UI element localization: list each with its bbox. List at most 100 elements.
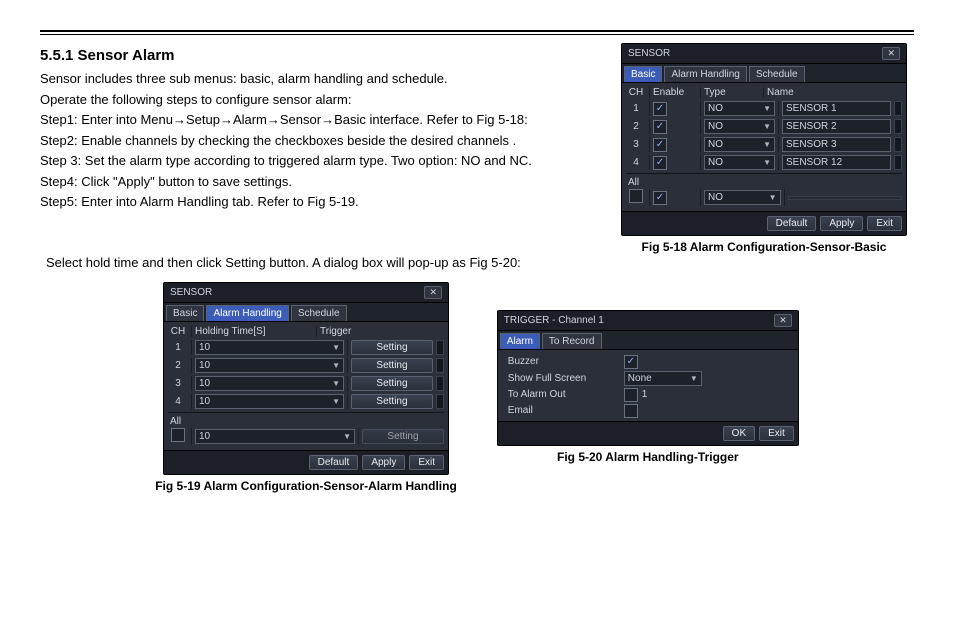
all-row: ✓ NO: [626, 189, 902, 206]
para-step1: Step1: Enter into Menu→Setup→Alarm→Senso…: [40, 111, 602, 129]
enable-checkbox[interactable]: ✓: [653, 120, 667, 134]
sensor-basic-window: SENSOR ✕ Basic Alarm Handling Schedule C…: [621, 43, 907, 236]
close-icon[interactable]: ✕: [882, 47, 900, 60]
tab-alarm-handling[interactable]: Alarm Handling: [206, 305, 288, 321]
buzzer-checkbox[interactable]: ✓: [624, 355, 638, 369]
all-name-field[interactable]: [788, 196, 903, 200]
figure-20-block: TRIGGER - Channel 1 ✕ Alarm To Record Bu…: [497, 282, 799, 493]
tab-basic[interactable]: Basic: [624, 66, 662, 82]
all-ch-checkbox[interactable]: [629, 189, 643, 203]
sensor-alarm-handling-window: SENSOR ✕ Basic Alarm Handling Schedule C…: [163, 282, 449, 475]
all-setting-button[interactable]: Setting: [362, 429, 444, 444]
type-select[interactable]: NO: [704, 155, 775, 170]
window-title: SENSOR: [170, 287, 212, 298]
tab-alarm-handling[interactable]: Alarm Handling: [664, 66, 746, 82]
para-operate: Operate the following steps to configure…: [40, 91, 602, 109]
setting-button[interactable]: Setting: [351, 340, 433, 355]
table-row: 3 10 Setting: [168, 376, 444, 391]
figure-19-block: SENSOR ✕ Basic Alarm Handling Schedule C…: [155, 282, 457, 493]
all-label: All: [168, 415, 444, 428]
scrollbar[interactable]: [894, 119, 902, 134]
top-rule: [40, 30, 914, 35]
label-email: Email: [508, 405, 618, 416]
fullscreen-select[interactable]: None: [624, 371, 702, 386]
window-title: SENSOR: [628, 48, 670, 59]
scrollbar[interactable]: [436, 394, 444, 409]
para-step4: Step4: Click "Apply" button to save sett…: [40, 173, 602, 191]
table-row: 4 10 Setting: [168, 394, 444, 409]
para-select-hold: Select hold time and then click Setting …: [46, 254, 914, 272]
hold-select[interactable]: 10: [195, 340, 344, 355]
label-buzzer: Buzzer: [508, 356, 618, 367]
default-button[interactable]: Default: [309, 455, 359, 470]
name-field[interactable]: SENSOR 12: [782, 155, 891, 170]
name-field[interactable]: SENSOR 2: [782, 119, 891, 134]
setting-button[interactable]: Setting: [351, 394, 433, 409]
tab-basic[interactable]: Basic: [166, 305, 204, 321]
table-row: 2 ✓ NO SENSOR 2: [626, 119, 902, 134]
email-checkbox[interactable]: [624, 404, 638, 418]
table-row: 1 10 Setting: [168, 340, 444, 355]
figure-19-caption: Fig 5-19 Alarm Configuration-Sensor-Alar…: [155, 479, 457, 493]
header-hold: Holding Time[S]: [195, 326, 313, 337]
para-step5: Step5: Enter into Alarm Handling tab. Re…: [40, 193, 602, 211]
table-row: 2 10 Setting: [168, 358, 444, 373]
name-field[interactable]: SENSOR 3: [782, 137, 891, 152]
hold-select[interactable]: 10: [195, 358, 344, 373]
header-ch: CH: [168, 326, 188, 337]
enable-checkbox[interactable]: ✓: [653, 156, 667, 170]
close-icon[interactable]: ✕: [774, 314, 792, 327]
section-heading: 5.5.1 Sensor Alarm: [40, 47, 602, 64]
alarm-out-checkbox[interactable]: [624, 388, 638, 402]
all-type-select[interactable]: NO: [704, 190, 781, 205]
label-fullscreen: Show Full Screen: [508, 373, 618, 384]
tab-schedule[interactable]: Schedule: [749, 66, 805, 82]
window-title: TRIGGER - Channel 1: [504, 315, 604, 326]
exit-button[interactable]: Exit: [409, 455, 444, 470]
hold-select[interactable]: 10: [195, 376, 344, 391]
header-type: Type: [704, 87, 760, 98]
scrollbar[interactable]: [894, 101, 902, 116]
tab-alarm[interactable]: Alarm: [500, 333, 540, 349]
para-step2: Step2: Enable channels by checking the c…: [40, 132, 602, 150]
type-select[interactable]: NO: [704, 101, 775, 116]
tab-schedule[interactable]: Schedule: [291, 305, 347, 321]
scrollbar[interactable]: [436, 358, 444, 373]
scrollbar[interactable]: [894, 155, 902, 170]
alarm-out-value: 1: [642, 389, 648, 400]
all-enable-checkbox[interactable]: ✓: [653, 191, 667, 205]
table-row: 1 ✓ NO SENSOR 1: [626, 101, 902, 116]
close-icon[interactable]: ✕: [424, 286, 442, 299]
scrollbar[interactable]: [436, 340, 444, 355]
para-step3: Step 3: Set the alarm type according to …: [40, 152, 602, 170]
apply-button[interactable]: Apply: [362, 455, 405, 470]
scrollbar[interactable]: [436, 376, 444, 391]
default-button[interactable]: Default: [767, 216, 817, 231]
setting-button[interactable]: Setting: [351, 358, 433, 373]
all-row: 10 Setting: [168, 428, 444, 445]
all-ch-checkbox[interactable]: [171, 428, 185, 442]
figure-18-caption: Fig 5-18 Alarm Configuration-Sensor-Basi…: [642, 240, 887, 254]
label-alarm-out: To Alarm Out: [508, 389, 618, 400]
name-field[interactable]: SENSOR 1: [782, 101, 891, 116]
exit-button[interactable]: Exit: [759, 426, 794, 441]
enable-checkbox[interactable]: ✓: [653, 102, 667, 116]
table-row: 4 ✓ NO SENSOR 12: [626, 155, 902, 170]
setting-button[interactable]: Setting: [351, 376, 433, 391]
tab-to-record[interactable]: To Record: [542, 333, 602, 349]
type-select[interactable]: NO: [704, 119, 775, 134]
trigger-window: TRIGGER - Channel 1 ✕ Alarm To Record Bu…: [497, 310, 799, 446]
figure-18-column: SENSOR ✕ Basic Alarm Handling Schedule C…: [614, 43, 914, 254]
ok-button[interactable]: OK: [723, 426, 755, 441]
para-intro: Sensor includes three sub menus: basic, …: [40, 70, 602, 88]
type-select[interactable]: NO: [704, 137, 775, 152]
hold-select[interactable]: 10: [195, 394, 344, 409]
header-enable: Enable: [653, 87, 697, 98]
all-hold-select[interactable]: 10: [195, 429, 355, 444]
scrollbar[interactable]: [894, 137, 902, 152]
exit-button[interactable]: Exit: [867, 216, 902, 231]
figure-20-caption: Fig 5-20 Alarm Handling-Trigger: [557, 450, 739, 464]
text-column: 5.5.1 Sensor Alarm Sensor includes three…: [40, 43, 602, 214]
enable-checkbox[interactable]: ✓: [653, 138, 667, 152]
apply-button[interactable]: Apply: [820, 216, 863, 231]
